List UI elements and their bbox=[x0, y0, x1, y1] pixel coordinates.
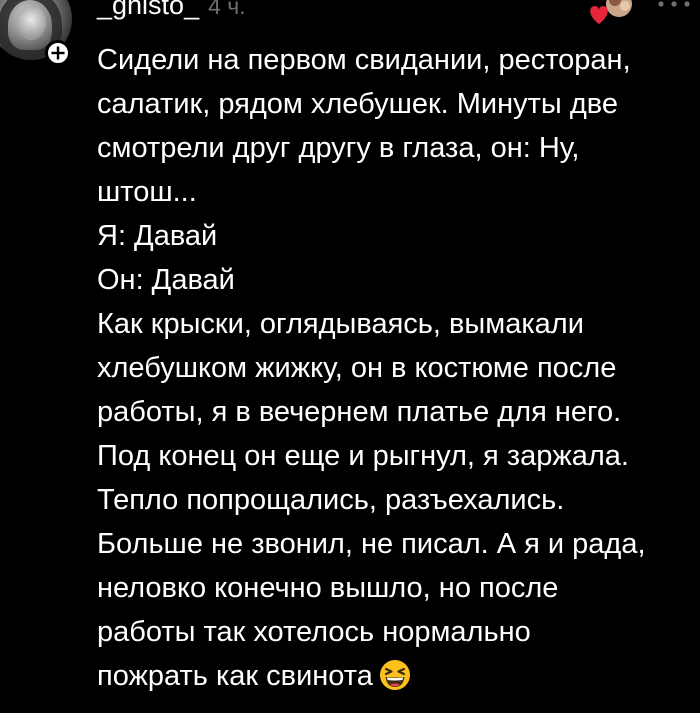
username[interactable]: _ghisto_ bbox=[97, 0, 199, 22]
comment-line: работы, я в вечернем платье для него. bbox=[97, 396, 622, 428]
comment-line: Я: Давай bbox=[97, 220, 218, 252]
comment-header: _ghisto_ 4 ч. bbox=[97, 0, 246, 22]
comment-line-text: пожрать как свинота bbox=[97, 660, 373, 692]
comment-line: Сидели на первом свидании, ресторан, bbox=[97, 44, 631, 76]
comment-line: смотрели друг другу в глаза, он: Ну, bbox=[97, 132, 580, 164]
comment-line: работы так хотелось нормально bbox=[97, 616, 531, 648]
comment: _ghisto_ 4 ч. Сидели на первом свидании,… bbox=[0, 0, 700, 713]
comment-line: Под конец он еще и рыгнул, я заржала. bbox=[97, 440, 629, 472]
timestamp: 4 ч. bbox=[208, 0, 246, 19]
avatar-face-shape bbox=[16, 6, 46, 40]
plus-icon bbox=[51, 46, 65, 60]
comment-text: Сидели на первом свидании, ресторан, сал… bbox=[97, 38, 692, 698]
grinning-squinting-face-emoji bbox=[379, 660, 410, 690]
comment-line: Как крыски, оглядываясь, вымакали bbox=[97, 308, 584, 340]
comment-line: неловко конечно вышло, но после bbox=[97, 572, 559, 604]
more-dots-icon[interactable] bbox=[654, 0, 694, 16]
comment-line: салатик, рядом хлебушек. Минуты две bbox=[97, 88, 618, 120]
add-button[interactable] bbox=[45, 40, 71, 66]
comment-line: штош... bbox=[97, 176, 197, 208]
comment-line: хлебушком жижку, он в костюме после bbox=[97, 352, 617, 384]
comment-line: Больше не звонил, не писал. А я и рада, bbox=[97, 528, 646, 560]
heart-reaction-icon[interactable] bbox=[585, 0, 639, 28]
comment-line: Он: Давай bbox=[97, 264, 235, 296]
comment-line: Тепло попрощались, разъехались. bbox=[97, 484, 565, 516]
comment-last-line: пожрать как свинота bbox=[97, 654, 692, 698]
